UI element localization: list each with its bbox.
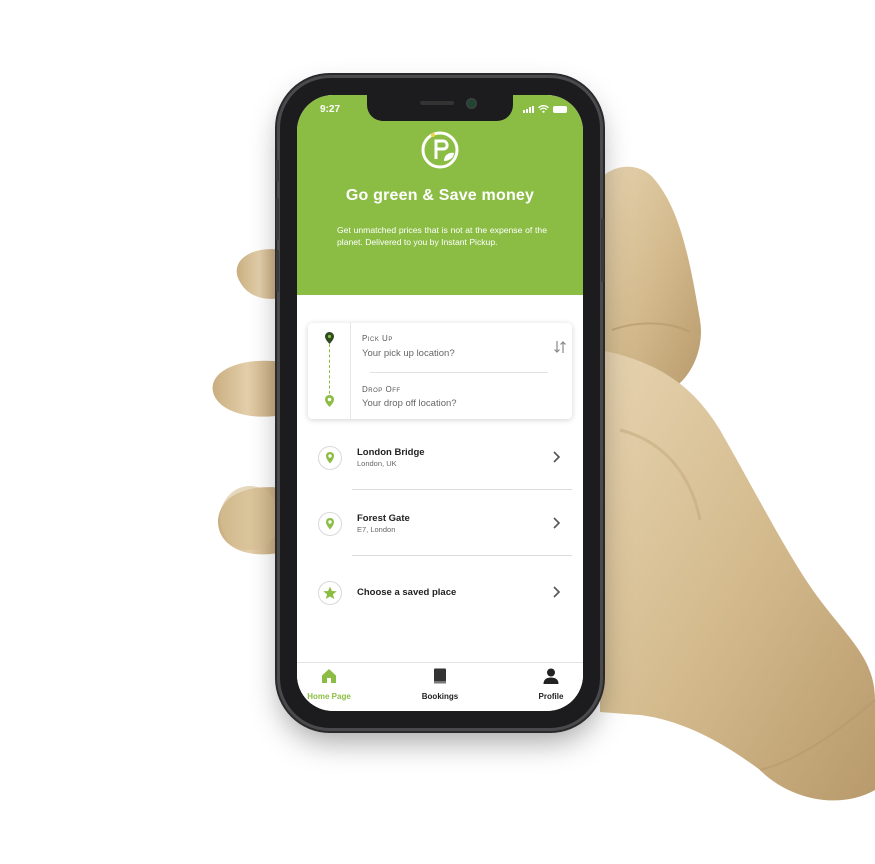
- battery-icon: [553, 106, 567, 113]
- tab-bookings[interactable]: Bookings: [415, 667, 465, 701]
- chevron-right-icon: [553, 451, 561, 463]
- list-divider: [352, 555, 572, 556]
- power-button: [601, 218, 604, 282]
- route-card: Pick Up Your pick up location? Drop Off …: [308, 323, 572, 419]
- pickup-input[interactable]: Your pick up location?: [362, 348, 455, 359]
- dropoff-input[interactable]: Your drop off location?: [362, 398, 457, 409]
- place-subtitle: E7, London: [357, 525, 396, 534]
- place-subtitle: London, UK: [357, 459, 397, 468]
- tab-label: Bookings: [421, 692, 459, 701]
- app-logo-icon: [421, 131, 459, 169]
- place-icon-wrapper: [318, 581, 342, 605]
- silent-switch: [276, 160, 279, 182]
- tab-home[interactable]: Home Page: [303, 667, 355, 701]
- phone-frame: 9:27 Go green & Save money Get unmatched…: [276, 78, 604, 728]
- place-icon-wrapper: [318, 512, 342, 536]
- user-icon: [543, 668, 559, 684]
- front-camera: [466, 98, 477, 109]
- chevron-right-icon: [553, 517, 561, 529]
- hero-banner: 9:27 Go green & Save money Get unmatched…: [297, 95, 583, 295]
- bottom-tab-bar: Home Page Bookings Profile: [297, 662, 583, 711]
- hero-description: Get unmatched prices that is not at the …: [337, 225, 547, 247]
- place-title: London Bridge: [357, 447, 425, 458]
- place-item-forest-gate[interactable]: Forest Gate E7, London: [297, 501, 583, 561]
- pickup-pin-icon: [325, 332, 334, 344]
- status-time: 9:27: [320, 104, 341, 115]
- place-item-saved-place[interactable]: Choose a saved place: [297, 567, 583, 627]
- place-title: Forest Gate: [357, 513, 410, 524]
- list-divider: [352, 489, 572, 490]
- place-icon-wrapper: [318, 446, 342, 470]
- signal-icon: [523, 106, 534, 113]
- star-icon: [323, 586, 337, 599]
- place-item-london-bridge[interactable]: London Bridge London, UK: [297, 435, 583, 495]
- book-icon: [434, 668, 446, 684]
- tab-label: Home Page: [307, 692, 351, 701]
- dropoff-label: Drop Off: [362, 385, 401, 394]
- place-title: Choose a saved place: [357, 587, 457, 598]
- dropoff-pin-icon: [325, 395, 334, 407]
- finger-middle: [212, 360, 282, 417]
- notch: [367, 95, 513, 121]
- pickup-label: Pick Up: [362, 334, 393, 343]
- route-line: [329, 339, 330, 399]
- tab-profile[interactable]: Profile: [531, 667, 571, 701]
- hero-title: Go green & Save money: [345, 187, 535, 204]
- chevron-right-icon: [553, 586, 561, 598]
- status-icons: [523, 105, 567, 113]
- location-pin-icon: [326, 518, 334, 530]
- home-icon: [322, 669, 336, 683]
- wifi-icon: [538, 105, 549, 113]
- app-screen: 9:27 Go green & Save money Get unmatched…: [297, 95, 583, 711]
- volume-up-button: [276, 198, 279, 240]
- volume-down-button: [276, 250, 279, 292]
- tab-label: Profile: [538, 692, 564, 701]
- swap-icon[interactable]: [553, 339, 567, 355]
- location-pin-icon: [326, 452, 334, 464]
